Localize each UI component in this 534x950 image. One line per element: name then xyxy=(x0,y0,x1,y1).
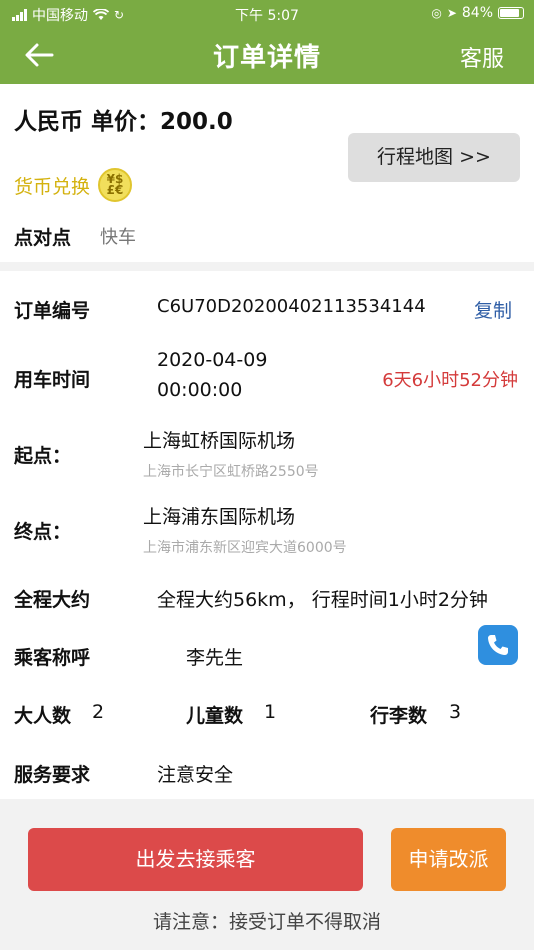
luggage-count: 3 xyxy=(449,701,462,723)
action-bar: 出发去接乘客 申请改派 请注意：接受订单不得取消 xyxy=(0,799,534,950)
service-requirement-label: 服务要求 xyxy=(14,764,91,786)
phone-icon[interactable] xyxy=(478,625,518,665)
adults-count: 2 xyxy=(92,701,105,723)
order-number-label: 订单编号 xyxy=(14,300,91,322)
currency-coin-icon: ¥$ £€ xyxy=(98,168,133,202)
trip-type-label: 点对点 xyxy=(14,227,72,249)
currency-exchange-link[interactable]: 货币兑换 ¥$ £€ xyxy=(14,168,133,202)
end-label: 终点： xyxy=(14,521,72,543)
trip-map-button[interactable]: 行程地图 >> xyxy=(348,133,520,182)
start-location-name: 上海虹桥国际机场 xyxy=(143,430,296,452)
countdown-text: 6天6小时52分钟 xyxy=(382,370,518,391)
notice-text: 请注意：接受订单不得取消 xyxy=(152,911,381,933)
ride-date: 2020-04-09 xyxy=(157,349,268,371)
order-number: C6U70D20200402113534144 xyxy=(157,296,426,317)
nav-bar: 订单详情 客服 xyxy=(0,26,534,84)
copy-button[interactable]: 复制 xyxy=(474,296,512,323)
distance-label: 全程大约 xyxy=(14,589,91,611)
trip-type-value: 快车 xyxy=(100,227,136,248)
passenger-label: 乘客称呼 xyxy=(14,647,91,669)
distance-value: 全程大约56km， 行程时间1小时2分钟 xyxy=(157,589,488,611)
children-label: 儿童数 xyxy=(186,705,244,727)
location-icon: ➤ xyxy=(446,6,457,20)
ride-time-label: 用车时间 xyxy=(14,369,91,391)
ride-time: 00:00:00 xyxy=(157,379,243,401)
luggage-label: 行李数 xyxy=(370,705,428,727)
coin-symbols: ¥$ £€ xyxy=(106,172,124,197)
battery-icon xyxy=(498,7,524,19)
price-card: 人民币 单价：200.0 行程地图 >> 货币兑换 ¥$ £€ 点对点 快车 xyxy=(0,84,534,262)
end-location-name: 上海浦东国际机场 xyxy=(143,506,296,528)
service-requirement-value: 注意安全 xyxy=(157,764,234,786)
request-reassign-button[interactable]: 申请改派 xyxy=(391,828,506,891)
children-count: 1 xyxy=(264,701,277,723)
status-bar: 中国移动 ↻ 下午 5:07 ◎ ➤ 84% xyxy=(0,0,534,26)
start-label: 起点： xyxy=(14,445,72,467)
page-title: 订单详情 xyxy=(212,43,321,73)
passenger-name: 李先生 xyxy=(186,647,244,669)
orientation-lock-icon: ◎ xyxy=(431,6,442,20)
end-location-address: 上海市浦东新区迎宾大道6000号 xyxy=(143,540,347,556)
depart-pickup-button[interactable]: 出发去接乘客 xyxy=(28,828,363,891)
start-location-address: 上海市长宁区虹桥路2550号 xyxy=(143,464,319,480)
adults-label: 大人数 xyxy=(14,705,72,727)
customer-service-button[interactable]: 客服 xyxy=(460,41,504,73)
battery-percent: 84% xyxy=(461,5,493,21)
unit-price: 人民币 单价：200.0 xyxy=(14,109,233,135)
order-details-card: 订单编号 C6U70D20200402113534144 复制 用车时间 202… xyxy=(0,271,534,799)
currency-exchange-label: 货币兑换 xyxy=(14,175,91,198)
